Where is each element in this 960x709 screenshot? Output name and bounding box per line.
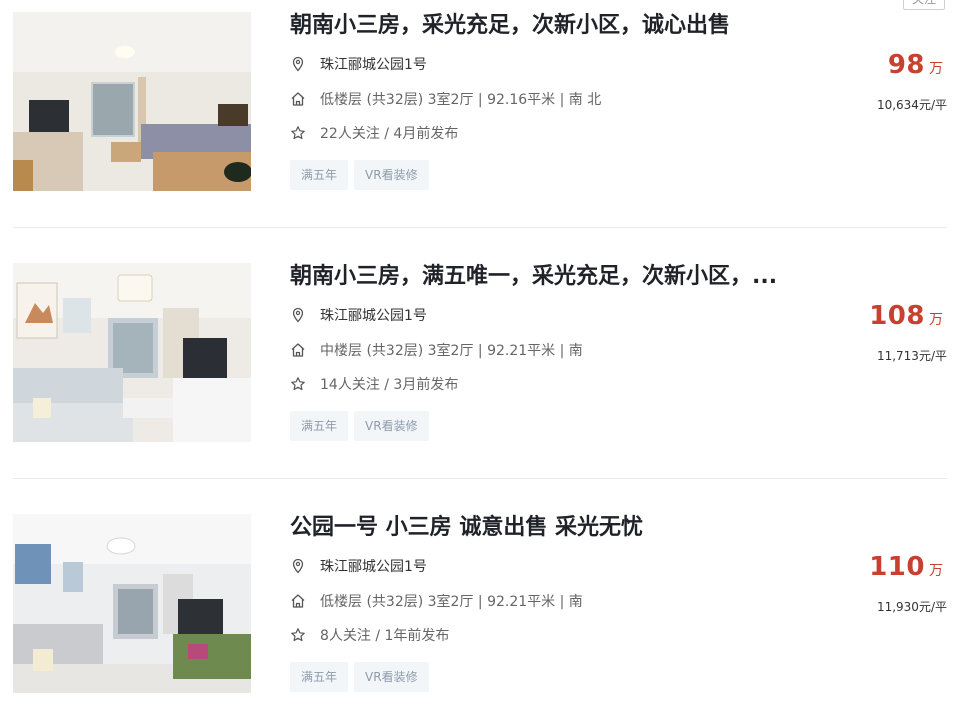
house-info-row: 低楼层 (共32层) 3室2厅 | 92.16平米 | 南 北 xyxy=(290,91,601,109)
tag: 满五年 xyxy=(290,411,349,441)
community-link[interactable]: 珠江郦城公园1号 xyxy=(320,559,427,575)
house-icon xyxy=(291,594,305,608)
total-price: 110 万 xyxy=(869,552,943,582)
follow-info-row: 8人关注 / 1年前发布 xyxy=(290,627,449,645)
tag: VR看装修 xyxy=(354,662,429,692)
total-price-value: 110 xyxy=(869,552,925,582)
tag: VR看装修 xyxy=(354,160,429,190)
house-info: 低楼层 (共32层) 3室2厅 | 92.16平米 | 南 北 xyxy=(320,92,602,108)
listing-photo[interactable] xyxy=(13,263,251,442)
community-row: 珠江郦城公园1号 xyxy=(290,307,427,325)
tag-list: 满五年 VR看装修 xyxy=(290,160,435,190)
location-pin-icon xyxy=(292,558,304,574)
listing-photo[interactable] xyxy=(13,12,251,191)
tag: 满五年 xyxy=(290,160,349,190)
follow-info: 22人关注 / 4月前发布 xyxy=(320,126,459,142)
community-link[interactable]: 珠江郦城公园1号 xyxy=(320,57,427,73)
house-icon xyxy=(291,343,305,357)
location-pin-icon xyxy=(292,307,304,323)
divider xyxy=(13,478,947,479)
location-pin-icon xyxy=(292,56,304,72)
follow-info-row: 14人关注 / 3月前发布 xyxy=(290,376,458,394)
listing-title[interactable]: 朝南小三房，采光充足，次新小区，诚心出售 xyxy=(290,12,810,40)
tag: VR看装修 xyxy=(354,411,429,441)
house-info-row: 中楼层 (共32层) 3室2厅 | 92.21平米 | 南 xyxy=(290,342,583,360)
unit-price: 10,634元/平 xyxy=(876,98,947,112)
total-price-unit: 万 xyxy=(929,563,943,579)
star-icon xyxy=(291,126,305,140)
house-info: 低楼层 (共32层) 3室2厅 | 92.21平米 | 南 xyxy=(320,594,583,610)
listing-title[interactable]: 朝南小三房，满五唯一，采光充足，次新小区，... xyxy=(290,263,810,291)
listing-item: 公园一号 小三房 诚意出售 采光无忧 珠江郦城公园1号 低楼层 (共32层) 3… xyxy=(13,514,947,694)
divider xyxy=(13,227,947,228)
follow-info: 8人关注 / 1年前发布 xyxy=(320,628,450,644)
total-price-value: 98 xyxy=(887,50,925,80)
follow-info-row: 22人关注 / 4月前发布 xyxy=(290,125,458,143)
tag: 满五年 xyxy=(290,662,349,692)
community-link[interactable]: 珠江郦城公园1号 xyxy=(320,308,427,324)
listing-photo[interactable] xyxy=(13,514,251,693)
total-price: 98 万 xyxy=(888,50,943,80)
total-price-unit: 万 xyxy=(929,61,943,77)
tag-list: 满五年 VR看装修 xyxy=(290,411,435,441)
community-row: 珠江郦城公园1号 xyxy=(290,56,427,74)
unit-price: 11,930元/平 xyxy=(876,600,947,614)
total-price-value: 108 xyxy=(869,301,925,331)
house-info: 中楼层 (共32层) 3室2厅 | 92.21平米 | 南 xyxy=(320,343,583,359)
community-row: 珠江郦城公园1号 xyxy=(290,558,427,576)
total-price: 108 万 xyxy=(869,301,943,331)
unit-price: 11,713元/平 xyxy=(876,349,947,363)
listing-item: 朝南小三房，采光充足，次新小区，诚心出售 珠江郦城公园1号 低楼层 (共32层)… xyxy=(13,12,947,192)
follow-info: 14人关注 / 3月前发布 xyxy=(320,377,459,393)
listing-item: 朝南小三房，满五唯一，采光充足，次新小区，... 珠江郦城公园1号 中楼层 (共… xyxy=(13,263,947,443)
follow-button[interactable]: 关注 xyxy=(903,0,945,10)
tag-list: 满五年 VR看装修 xyxy=(290,662,435,692)
house-icon xyxy=(291,92,305,106)
star-icon xyxy=(291,628,305,642)
house-info-row: 低楼层 (共32层) 3室2厅 | 92.21平米 | 南 xyxy=(290,593,583,611)
listing-title[interactable]: 公园一号 小三房 诚意出售 采光无忧 xyxy=(290,514,810,542)
star-icon xyxy=(291,377,305,391)
total-price-unit: 万 xyxy=(929,312,943,328)
